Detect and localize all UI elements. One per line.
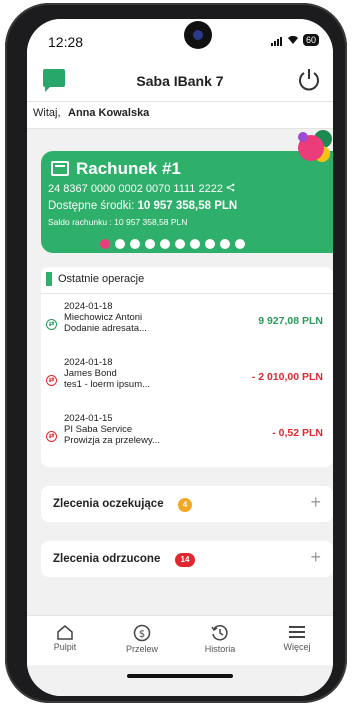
transaction-amount: - 0,52 PLN [272, 427, 323, 439]
divider [41, 293, 333, 294]
transaction-row[interactable]: ⇄ 2024-01-18 Miechowicz Antoni Dodanie a… [41, 301, 333, 341]
pager-dot[interactable] [100, 239, 110, 249]
logout-power-icon[interactable] [295, 65, 323, 93]
svg-text:$: $ [139, 629, 145, 640]
expand-plus-icon[interactable]: + [310, 492, 321, 513]
transaction-party: PI Saba Service [64, 424, 133, 435]
transaction-description: Dodanie adresata... [64, 323, 147, 334]
pager-dot[interactable] [145, 239, 155, 249]
transaction-party: James Bond [64, 368, 117, 379]
home-indicator[interactable] [127, 674, 233, 678]
camera-notch [184, 21, 212, 49]
pager-dot[interactable] [205, 239, 215, 249]
status-time: 12:28 [48, 34, 84, 50]
transaction-party: Miechowicz Antoni [64, 312, 143, 323]
transaction-date: 2024-01-18 [64, 357, 113, 368]
wallet-icon [51, 161, 69, 176]
available-funds: Dostępne środki: 10 957 358,58 PLN [48, 200, 237, 212]
transaction-date: 2024-01-18 [64, 301, 113, 312]
available-label: Dostępne środki: [48, 200, 138, 212]
transaction-date: 2024-01-15 [64, 413, 113, 424]
transaction-description: tes1 - loerm ipsum... [64, 379, 151, 390]
rejected-orders-section[interactable]: Zlecenia odrzucone 14 + [41, 541, 333, 577]
pager-dot[interactable] [130, 239, 140, 249]
tab-label: Historia [204, 644, 236, 654]
pager-dot[interactable] [235, 239, 245, 249]
tab-wiecej[interactable]: Więcej [267, 616, 327, 666]
rejected-orders-badge: 14 [175, 553, 195, 567]
card-pager[interactable] [100, 239, 245, 249]
tab-label: Pulpit [53, 642, 77, 652]
recent-operations: Ostatnie operacje ⇄ 2024-01-18 Miechowic… [41, 267, 333, 467]
status-bar: 12:28 60 [27, 19, 333, 63]
incoming-transfer-icon: ⇄ [46, 319, 57, 330]
pager-dot[interactable] [175, 239, 185, 249]
screen: 12:28 60 Saba IBank 7 Witaj, Anna Kowals… [27, 19, 333, 696]
transaction-amount: - 2 010,00 PLN [251, 371, 323, 383]
tab-przelew[interactable]: $ Przelew [112, 616, 172, 666]
available-amount: 10 957 358,58 PLN [137, 200, 238, 212]
menu-icon [289, 626, 305, 638]
pending-orders-label: Zlecenia oczekujące [53, 498, 164, 510]
pager-dot[interactable] [190, 239, 200, 249]
user-name: Anna Kowalska [68, 107, 150, 119]
pager-dot[interactable] [115, 239, 125, 249]
section-accent-bar [46, 272, 52, 286]
account-number: 24 8367 0000 0002 0070 1111 2222 [48, 183, 235, 195]
status-icons: 60 [270, 34, 319, 46]
expand-plus-icon[interactable]: + [310, 547, 321, 568]
bottom-area [27, 665, 333, 696]
history-icon [211, 625, 228, 641]
tab-pulpit[interactable]: Pulpit [35, 616, 95, 666]
tab-historia[interactable]: Historia [190, 616, 250, 666]
transaction-row[interactable]: ⇄ 2024-01-18 James Bond tes1 - loerm ips… [41, 357, 333, 397]
transaction-description: Prowizja za przelewy... [64, 435, 160, 446]
app-header: Saba IBank 7 [27, 63, 333, 101]
signal-icon [270, 34, 283, 46]
account-card[interactable]: Rachunek #1 24 8367 0000 0002 0070 1111 … [41, 151, 333, 253]
home-icon [57, 625, 73, 640]
transfer-icon: $ [133, 624, 151, 642]
outgoing-transfer-icon: ⇄ [46, 431, 57, 442]
account-name: Rachunek #1 [76, 159, 181, 178]
rejected-orders-label: Zlecenia odrzucone [53, 553, 161, 565]
battery-icon: 60 [302, 34, 319, 46]
bottom-tab-bar: Pulpit $ Przelew Historia Więcej [27, 615, 333, 666]
transaction-amount: 9 927,08 PLN [258, 315, 323, 327]
account-balance: Saldo rachunku : 10 957 358,58 PLN [48, 217, 188, 227]
pager-dot[interactable] [220, 239, 230, 249]
app-title: Saba IBank 7 [136, 73, 224, 89]
pager-dot[interactable] [160, 239, 170, 249]
pending-orders-section[interactable]: Zlecenia oczekujące 4 + [41, 486, 333, 522]
recent-operations-title: Ostatnie operacje [58, 273, 145, 285]
share-icon[interactable] [226, 183, 235, 192]
account-number-text: 24 8367 0000 0002 0070 1111 2222 [48, 183, 223, 195]
tab-label: Przelew [125, 644, 158, 654]
tab-label: Więcej [283, 642, 311, 652]
wifi-icon [287, 35, 298, 44]
transaction-row[interactable]: ⇄ 2024-01-15 PI Saba Service Prowizja za… [41, 413, 333, 453]
phone-frame: 12:28 60 Saba IBank 7 Witaj, Anna Kowals… [5, 3, 347, 703]
brand-logo [298, 130, 332, 162]
pending-orders-badge: 4 [178, 498, 192, 512]
outgoing-transfer-icon: ⇄ [46, 375, 57, 386]
greeting-prefix: Witaj, [33, 107, 61, 119]
greeting: Witaj, Anna Kowalska [27, 101, 333, 129]
